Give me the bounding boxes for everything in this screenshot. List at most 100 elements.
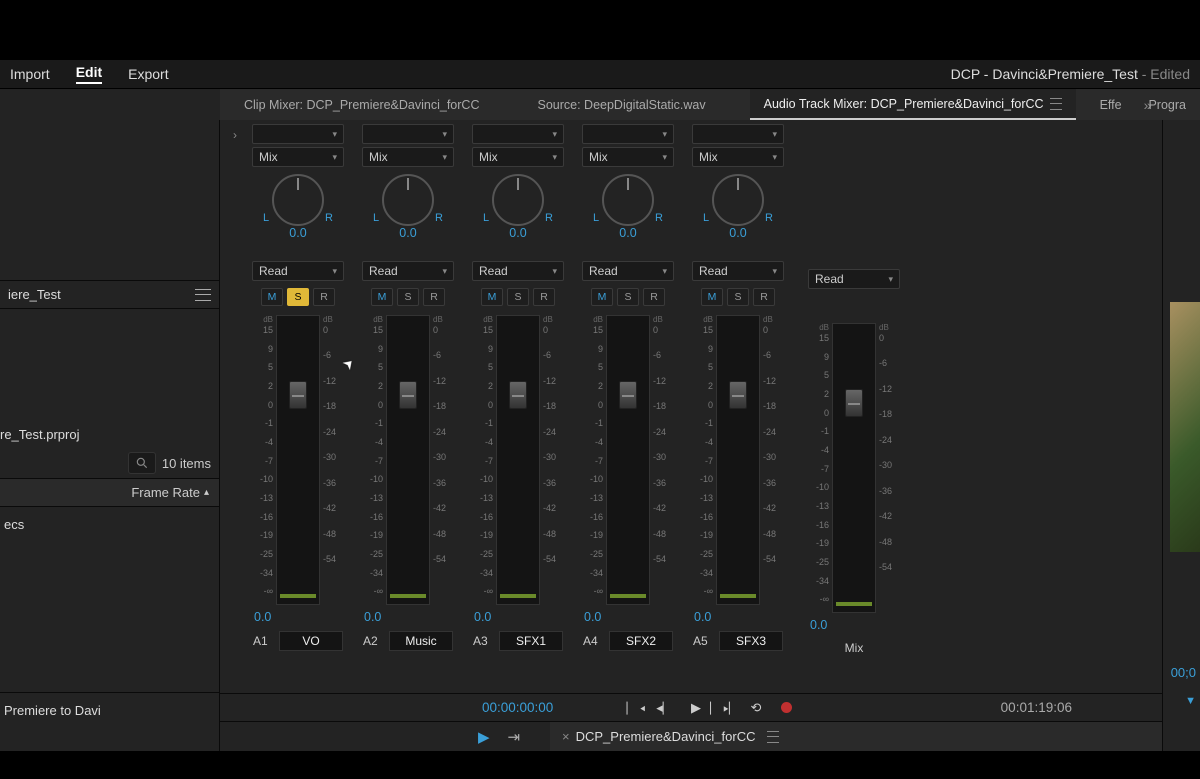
- fader-value[interactable]: 0.0: [584, 610, 601, 624]
- column-header-framerate[interactable]: Frame Rate ▴: [0, 478, 219, 507]
- track-name-input[interactable]: SFX3: [719, 631, 783, 651]
- volume-fader[interactable]: [845, 389, 863, 417]
- automation-mode-dropdown[interactable]: Read▾: [808, 269, 900, 289]
- volume-fader[interactable]: [289, 381, 307, 409]
- timeline-tab[interactable]: × DCP_Premiere&Davinci_forCC: [550, 722, 791, 751]
- play-icon[interactable]: ▶: [687, 699, 705, 717]
- track-id: A4: [583, 634, 603, 648]
- send-dropdown[interactable]: Mix▾: [252, 147, 344, 167]
- track-name-input[interactable]: SFX2: [609, 631, 673, 651]
- mute-button[interactable]: M: [371, 288, 393, 306]
- expand-sends-icon[interactable]: ›: [226, 120, 244, 693]
- bin-item[interactable]: ecs: [0, 507, 219, 542]
- fader-value[interactable]: 0.0: [694, 610, 711, 624]
- sort-up-icon: ▴: [204, 487, 209, 498]
- mute-button[interactable]: M: [261, 288, 283, 306]
- automation-mode-dropdown[interactable]: Read▾: [252, 261, 344, 281]
- level-meter: [276, 315, 320, 605]
- track-name-input[interactable]: Music: [389, 631, 453, 651]
- pan-knob[interactable]: [272, 174, 324, 226]
- master-channel: Read▾dB159520-1-4-7-10-13-16-19-25-34-∞d…: [800, 124, 908, 693]
- automation-mode-dropdown[interactable]: Read▾: [362, 261, 454, 281]
- send-dropdown[interactable]: Mix▾: [472, 147, 564, 167]
- insert-slot-dropdown[interactable]: ▾: [252, 124, 344, 144]
- search-input[interactable]: [128, 452, 156, 474]
- pan-value[interactable]: 0.0: [619, 226, 636, 240]
- pan-value[interactable]: 0.0: [289, 226, 306, 240]
- pan-value[interactable]: 0.0: [729, 226, 746, 240]
- pan-knob[interactable]: [712, 174, 764, 226]
- record-enable-button[interactable]: R: [533, 288, 555, 306]
- mute-button[interactable]: M: [701, 288, 723, 306]
- record-enable-button[interactable]: R: [753, 288, 775, 306]
- volume-fader[interactable]: [399, 381, 417, 409]
- timecode-out: 00:01:19:06: [1001, 700, 1072, 715]
- pan-knob[interactable]: [602, 174, 654, 226]
- track-name-input[interactable]: SFX1: [499, 631, 563, 651]
- track-name-input[interactable]: VO: [279, 631, 343, 651]
- solo-button[interactable]: S: [507, 288, 529, 306]
- solo-button[interactable]: S: [287, 288, 309, 306]
- automation-mode-dropdown[interactable]: Read▾: [472, 261, 564, 281]
- mute-button[interactable]: M: [481, 288, 503, 306]
- tab-effects[interactable]: Effe: [1086, 89, 1136, 120]
- tab-program[interactable]: Progra: [1134, 89, 1200, 120]
- program-monitor-sliver: 00;0 ▼: [1162, 120, 1200, 751]
- close-icon[interactable]: ×: [562, 729, 570, 744]
- ripple-tool-icon[interactable]: ⇥: [508, 728, 521, 746]
- mute-button[interactable]: M: [591, 288, 613, 306]
- level-meter: [832, 323, 876, 613]
- loop-icon[interactable]: ⟲: [747, 699, 765, 717]
- audio-channel: ▾Mix▾LR0.0Read▾MSRdB159520-1-4-7-10-13-1…: [244, 124, 352, 693]
- pan-value[interactable]: 0.0: [509, 226, 526, 240]
- send-dropdown[interactable]: Mix▾: [362, 147, 454, 167]
- tab-audio-track-mixer[interactable]: Audio Track Mixer: DCP_Premiere&Davinci_…: [750, 89, 1076, 120]
- fader-value[interactable]: 0.0: [474, 610, 491, 624]
- solo-button[interactable]: S: [397, 288, 419, 306]
- solo-button[interactable]: S: [617, 288, 639, 306]
- step-forward-icon[interactable]: ⎸▸⎸: [717, 699, 735, 717]
- go-to-in-icon[interactable]: ⎸◂: [627, 699, 645, 717]
- tab-source[interactable]: Source: DeepDigitalStatic.wav: [523, 89, 719, 120]
- insert-slot-dropdown[interactable]: ▾: [362, 124, 454, 144]
- playhead-marker-icon[interactable]: ▼: [1185, 695, 1196, 707]
- pan-knob[interactable]: [492, 174, 544, 226]
- master-label: Mix: [822, 639, 886, 659]
- insert-slot-dropdown[interactable]: ▾: [692, 124, 784, 144]
- record-enable-button[interactable]: R: [423, 288, 445, 306]
- send-dropdown[interactable]: Mix▾: [692, 147, 784, 167]
- step-back-icon[interactable]: ◂⎸: [657, 699, 675, 717]
- menu-import[interactable]: Import: [10, 66, 50, 82]
- send-dropdown[interactable]: Mix▾: [582, 147, 674, 167]
- menu-edit[interactable]: Edit: [76, 64, 102, 84]
- panel-menu-icon[interactable]: [1050, 98, 1062, 110]
- fader-value[interactable]: 0.0: [810, 618, 827, 632]
- pan-knob[interactable]: [382, 174, 434, 226]
- record-icon[interactable]: [777, 699, 795, 717]
- audio-channel: ▾Mix▾LR0.0Read▾MSRdB159520-1-4-7-10-13-1…: [684, 124, 792, 693]
- pan-value[interactable]: 0.0: [399, 226, 416, 240]
- window-title: DCP - Davinci&Premiere_Test - Edited: [951, 66, 1190, 82]
- fader-value[interactable]: 0.0: [364, 610, 381, 624]
- menu-export[interactable]: Export: [128, 66, 168, 82]
- record-enable-button[interactable]: R: [643, 288, 665, 306]
- level-meter: [716, 315, 760, 605]
- automation-mode-dropdown[interactable]: Read▾: [692, 261, 784, 281]
- automation-mode-dropdown[interactable]: Read▾: [582, 261, 674, 281]
- level-meter: [386, 315, 430, 605]
- solo-button[interactable]: S: [727, 288, 749, 306]
- volume-fader[interactable]: [509, 381, 527, 409]
- bin-item[interactable]: Premiere to Davi: [0, 692, 219, 738]
- panel-menu-icon[interactable]: [767, 731, 779, 743]
- selection-tool-icon[interactable]: ▶: [478, 728, 490, 746]
- fader-value[interactable]: 0.0: [254, 610, 271, 624]
- record-enable-button[interactable]: R: [313, 288, 335, 306]
- insert-slot-dropdown[interactable]: ▾: [582, 124, 674, 144]
- timecode-in[interactable]: 00:00:00:00: [482, 700, 553, 715]
- volume-fader[interactable]: [729, 381, 747, 409]
- panel-menu-icon[interactable]: [195, 289, 211, 301]
- volume-fader[interactable]: [619, 381, 637, 409]
- tab-clip-mixer[interactable]: Clip Mixer: DCP_Premiere&Davinci_forCC: [230, 89, 493, 120]
- audio-channel: ▾Mix▾LR0.0Read▾MSRdB159520-1-4-7-10-13-1…: [574, 124, 682, 693]
- insert-slot-dropdown[interactable]: ▾: [472, 124, 564, 144]
